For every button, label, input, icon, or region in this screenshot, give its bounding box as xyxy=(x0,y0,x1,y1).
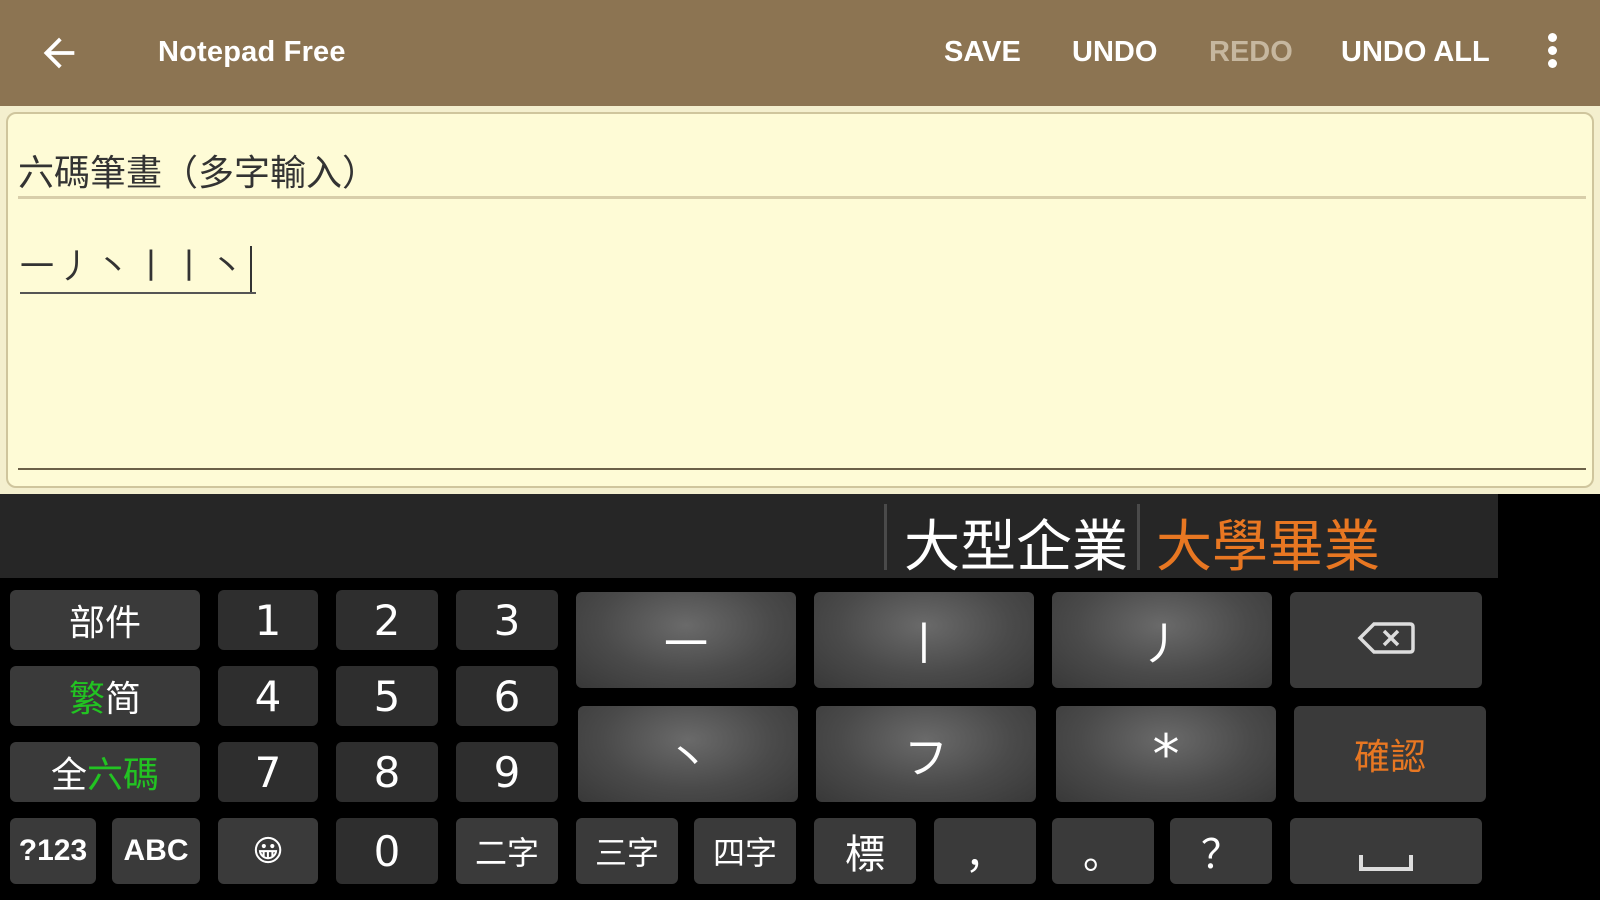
key-9[interactable]: 9 xyxy=(456,742,558,802)
candidate-2[interactable]: 大學畢業 xyxy=(1156,502,1380,583)
key-wildcard[interactable]: * xyxy=(1056,706,1276,802)
save-button[interactable]: SAVE xyxy=(944,36,1021,69)
key-4[interactable]: 4 xyxy=(218,666,318,726)
key-three-char[interactable]: 三字 xyxy=(576,818,678,884)
emoji-icon: 😀 xyxy=(252,833,284,869)
composing-text: 一丿丶丨丨丶 xyxy=(20,247,248,287)
note-body-field[interactable]: 一丿丶丨丨丶 xyxy=(20,239,256,294)
more-options-icon[interactable] xyxy=(1540,30,1564,76)
key-stroke-vertical[interactable]: 丨 xyxy=(814,592,1034,688)
redo-button[interactable]: REDO xyxy=(1209,36,1293,69)
key-1[interactable]: 1 xyxy=(218,590,318,650)
key-symbols-mode[interactable]: ?123 xyxy=(10,818,96,884)
undo-button[interactable]: UNDO xyxy=(1072,36,1157,69)
candidate-1[interactable]: 大型企業 xyxy=(904,502,1128,583)
key-stroke-horizontal[interactable]: 一 xyxy=(576,592,796,688)
text-caret xyxy=(250,245,252,292)
key-abc-mode[interactable]: ABC xyxy=(112,818,200,884)
undo-all-button[interactable]: UNDO ALL xyxy=(1341,36,1490,69)
key-stroke-dot[interactable]: 丶 xyxy=(578,706,798,802)
candidate-separator xyxy=(1137,504,1140,570)
candidate-separator xyxy=(884,504,887,570)
key-3[interactable]: 3 xyxy=(456,590,558,650)
key-stroke-turning[interactable]: フ xyxy=(816,706,1036,802)
key-0[interactable]: 0 xyxy=(336,818,438,884)
key-question[interactable]: ？ xyxy=(1170,818,1272,884)
space-icon xyxy=(1358,853,1414,877)
key-emoji[interactable]: 😀 xyxy=(218,818,318,884)
candidate-bar: 大型企業 大學畢業 xyxy=(0,494,1498,580)
back-button[interactable] xyxy=(36,30,88,76)
backspace-icon xyxy=(1356,620,1416,660)
key-8[interactable]: 8 xyxy=(336,742,438,802)
app-bar: Notepad Free SAVE UNDO REDO UNDO ALL xyxy=(0,0,1600,106)
key-backspace[interactable] xyxy=(1290,592,1482,688)
note-title-field[interactable]: 六碼筆畫（多字輸入） xyxy=(18,144,378,196)
app-title: Notepad Free xyxy=(158,36,346,68)
key-comma[interactable]: ， xyxy=(934,818,1036,884)
key-period[interactable]: 。 xyxy=(1052,818,1154,884)
key-trad-simp-toggle[interactable]: 繁简 xyxy=(10,666,200,726)
key-four-char[interactable]: 四字 xyxy=(694,818,796,884)
key-6[interactable]: 6 xyxy=(456,666,558,726)
key-punctuation[interactable]: 標 xyxy=(814,818,916,884)
key-5[interactable]: 5 xyxy=(336,666,438,726)
key-two-char[interactable]: 二字 xyxy=(456,818,558,884)
key-2[interactable]: 2 xyxy=(336,590,438,650)
key-full-six-code[interactable]: 全六碼 xyxy=(10,742,200,802)
body-divider xyxy=(18,468,1586,470)
title-divider xyxy=(18,196,1586,199)
key-space[interactable] xyxy=(1290,818,1482,884)
note-area: 六碼筆畫（多字輸入） 一丿丶丨丨丶 xyxy=(0,106,1600,494)
note-paper: 六碼筆畫（多字輸入） 一丿丶丨丨丶 xyxy=(6,112,1594,488)
key-confirm[interactable]: 確認 xyxy=(1294,706,1486,802)
key-7[interactable]: 7 xyxy=(218,742,318,802)
ime-keyboard: 大型企業 大學畢業 部件 1 2 3 一 丨 丿 繁简 4 5 6 丶 フ * … xyxy=(0,494,1600,900)
key-stroke-left-falling[interactable]: 丿 xyxy=(1052,592,1272,688)
arrow-left-icon xyxy=(43,37,75,69)
key-components[interactable]: 部件 xyxy=(10,590,200,650)
